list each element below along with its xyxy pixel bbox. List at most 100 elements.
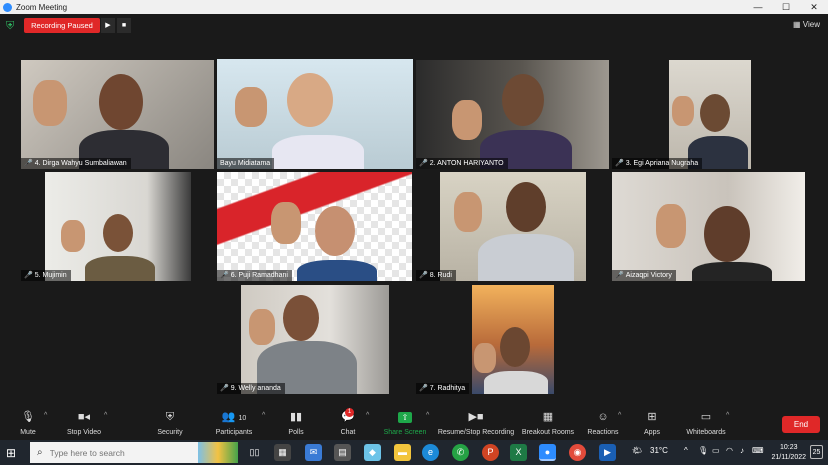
security-button[interactable]: ⛨ Security: [152, 409, 188, 436]
windows-taskbar: ⊞ ⌕ ▯▯ ▦ ✉ ▤ ◆ ▬ e ✆ P X ● ◉ ▶ 🌤 31°C ^ …: [0, 440, 828, 465]
polls-button[interactable]: ▮▮ Polls: [284, 409, 308, 436]
edge-browser-icon[interactable]: e: [422, 444, 439, 461]
video-tile[interactable]: 🎤 5. Mujimin: [21, 172, 214, 281]
security-label: Security: [157, 429, 183, 436]
whiteboards-button[interactable]: ▭ Whiteboards: [684, 409, 728, 436]
participant-name: 9. Welly ananda: [230, 385, 281, 392]
video-tile[interactable]: 🎤 2. ANTON HARIYANTO: [416, 60, 609, 169]
breakout-rooms-label: Breakout Rooms: [521, 429, 575, 436]
stop-recording-icon[interactable]: ■: [117, 18, 131, 33]
taskbar-search-input[interactable]: [49, 447, 180, 458]
apps-icon: ⊞: [647, 411, 657, 423]
view-button[interactable]: ▦ View: [793, 20, 820, 29]
reactions-options-chevron-icon[interactable]: ^: [618, 412, 621, 419]
file-explorer-icon[interactable]: ▬: [394, 444, 411, 461]
participants-count: 10: [238, 415, 247, 422]
taskbar-clock[interactable]: 10:23 21/11/2022: [771, 443, 806, 463]
participants-options-chevron-icon[interactable]: ^: [262, 412, 265, 419]
widgets-icon[interactable]: ▦: [274, 444, 291, 461]
chat-label: Chat: [340, 429, 356, 436]
participant-video: [474, 343, 496, 373]
muted-mic-icon: 🎤: [419, 385, 428, 392]
resume-recording-icon[interactable]: ▶: [101, 18, 115, 33]
mute-button[interactable]: 🎙 Mute: [14, 409, 42, 436]
participant-name-tag: 🎤 2. ANTON HARIYANTO: [416, 158, 508, 169]
video-tile-active-speaker[interactable]: Bayu Midiatama: [217, 59, 413, 169]
participant-name: 5. Mujimin: [34, 272, 67, 279]
close-button[interactable]: ✕: [800, 0, 828, 14]
excel-icon[interactable]: X: [510, 444, 527, 461]
microphone-tray-icon[interactable]: 🎙: [698, 446, 708, 455]
participant-name-tag: 🎤 Aizaqpi Victory: [612, 270, 676, 281]
zoom-taskbar-icon[interactable]: ●: [539, 444, 556, 461]
video-tile[interactable]: 🎤 7. Radhitya: [416, 285, 609, 394]
video-tile[interactable]: 🎤 4. Dirga Wahyu Sumbaliawan: [21, 60, 214, 169]
apps-button[interactable]: ⊞ Apps: [640, 409, 664, 436]
notification-center-icon[interactable]: 25: [810, 445, 823, 459]
participant-video: [271, 202, 301, 244]
participant-name: 3. Egi Apriana Nugraha: [625, 160, 699, 167]
powerpoint-icon[interactable]: P: [482, 444, 499, 461]
search-highlight-image: [198, 442, 238, 463]
muted-mic-icon: 🎤: [615, 160, 624, 167]
video-tile[interactable]: 🎤 3. Egi Apriana Nugraha: [612, 60, 805, 169]
windows-start-icon[interactable]: ⊞: [6, 446, 20, 460]
encryption-shield-icon[interactable]: ⛨: [6, 20, 17, 33]
share-options-chevron-icon[interactable]: ^: [426, 412, 429, 419]
recording-status-pill: Recording Paused: [24, 18, 100, 33]
participant-name: Aizaqpi Victory: [625, 272, 672, 279]
participant-video: [692, 262, 772, 281]
reactions-button[interactable]: ☺ Reactions: [586, 409, 620, 436]
video-camera-icon: ■◂: [77, 411, 91, 423]
video-tile[interactable]: 🎤 9. Welly ananda: [217, 285, 412, 394]
weather-sun-icon[interactable]: 🌤: [632, 446, 642, 455]
video-tile[interactable]: 🎤 8. Rudi: [416, 172, 609, 281]
participant-video: [454, 192, 482, 232]
volume-icon[interactable]: ♪: [740, 446, 744, 455]
participant-video: [656, 204, 686, 248]
stop-video-button[interactable]: ■◂ Stop Video: [62, 409, 106, 436]
participants-icon: 👥 10: [221, 411, 247, 423]
weather-temperature[interactable]: 31°C: [650, 446, 668, 455]
chat-button[interactable]: 💬 1 Chat: [336, 408, 360, 436]
participant-name-tag: 🎤 6. Puji Ramadhani: [217, 270, 292, 281]
task-view-icon[interactable]: ▯▯: [246, 444, 263, 461]
recording-label: Resume/Stop Recording: [437, 429, 515, 436]
chrome-icon[interactable]: ◉: [569, 444, 586, 461]
participant-video: [85, 256, 155, 281]
wifi-icon[interactable]: ◠: [726, 446, 733, 455]
maximize-button[interactable]: ☐: [772, 0, 800, 14]
calculator-icon[interactable]: ▤: [334, 444, 351, 461]
participants-button[interactable]: 👥 10 Participants: [212, 409, 256, 436]
media-app-icon[interactable]: ▶: [599, 444, 616, 461]
share-screen-button[interactable]: ⇧ Share Screen: [382, 409, 428, 436]
recording-button[interactable]: ▶■ Resume/Stop Recording: [436, 409, 516, 436]
participant-name: 6. Puji Ramadhani: [230, 272, 288, 279]
grid-view-icon: ▦: [793, 20, 803, 29]
video-options-chevron-icon[interactable]: ^: [104, 412, 107, 419]
whatsapp-icon[interactable]: ✆: [452, 444, 469, 461]
end-meeting-button[interactable]: End: [782, 416, 820, 433]
chat-options-chevron-icon[interactable]: ^: [366, 412, 369, 419]
mail-icon[interactable]: ✉: [305, 444, 322, 461]
participant-video: [672, 96, 694, 126]
breakout-rooms-icon: ▦: [542, 411, 554, 423]
video-tile[interactable]: 🎤 6. Puji Ramadhani: [217, 172, 412, 281]
participant-video: [33, 80, 67, 126]
minimize-button[interactable]: —: [744, 0, 772, 14]
resume-stop-recording-icon: ▶■: [468, 411, 484, 423]
participant-name: 7. Radhitya: [429, 385, 466, 392]
video-tile[interactable]: 🎤 Aizaqpi Victory: [612, 172, 805, 281]
participant-name-tag: 🎤 4. Dirga Wahyu Sumbaliawan: [21, 158, 131, 169]
window-controls: — ☐ ✕: [744, 0, 828, 14]
taskbar-search[interactable]: ⌕: [30, 442, 238, 463]
muted-mic-icon: 🎤: [220, 272, 229, 279]
audio-options-chevron-icon[interactable]: ^: [44, 412, 47, 419]
battery-icon[interactable]: ▭: [712, 446, 720, 455]
breakout-rooms-button[interactable]: ▦ Breakout Rooms: [520, 409, 576, 436]
app-icon[interactable]: ◆: [364, 444, 381, 461]
tray-chevron-up-icon[interactable]: ^: [684, 446, 688, 455]
whiteboard-options-chevron-icon[interactable]: ^: [726, 412, 729, 419]
keyboard-layout-icon[interactable]: ⌨: [752, 446, 764, 455]
participant-video: [506, 182, 546, 232]
